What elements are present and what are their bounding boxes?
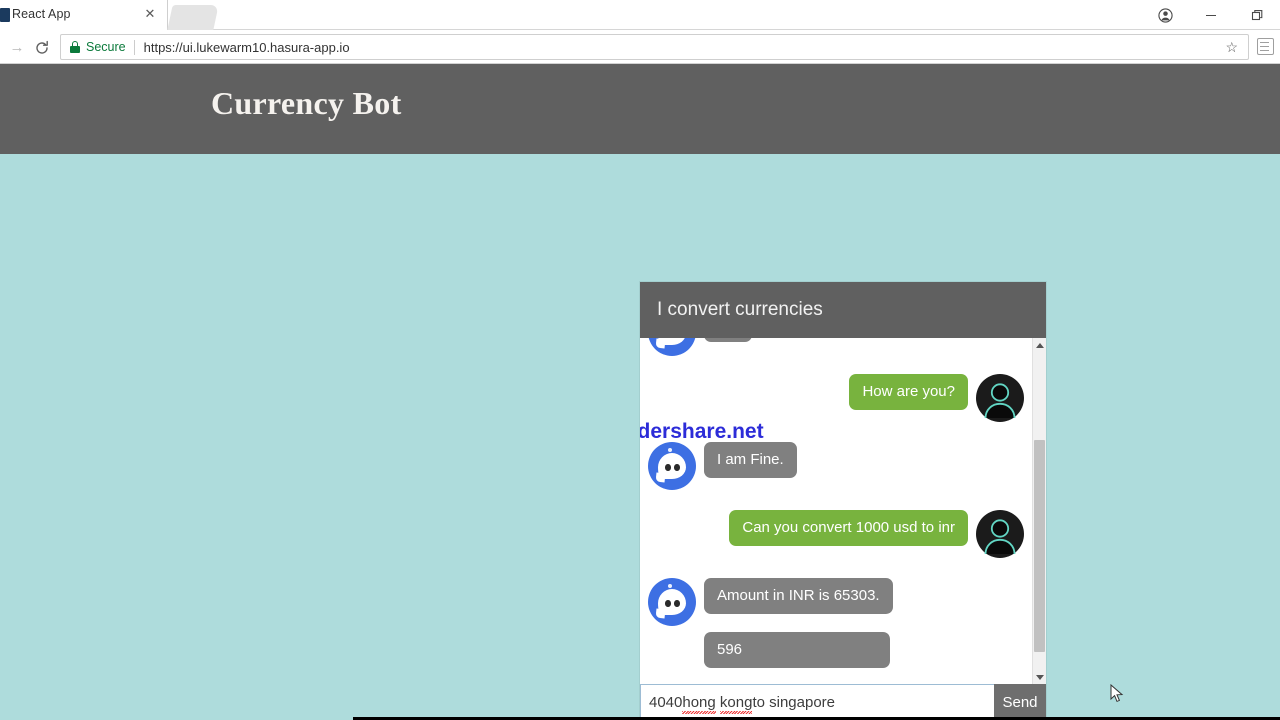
- chat-message-bot-continuation: 596: [640, 632, 1032, 680]
- tab-strip: React App ✕: [0, 0, 1280, 31]
- scroll-up-icon[interactable]: [1033, 338, 1046, 352]
- user-avatar-icon: [976, 374, 1024, 422]
- chat-bubble: 596: [704, 632, 890, 668]
- chat-message-list[interactable]: How are you? I am Fine. Can you convert …: [640, 338, 1046, 684]
- user-avatar-icon: [976, 510, 1024, 558]
- address-bar-divider: [133, 39, 135, 55]
- extension-icon[interactable]: [1257, 38, 1274, 55]
- scroll-down-icon[interactable]: [1033, 670, 1046, 684]
- chat-widget: I convert currencies How are you? I am F…: [640, 282, 1046, 720]
- browser-chrome: React App ✕ → Secure https://ui.lukewarm…: [0, 0, 1280, 64]
- tab-title: React App: [12, 7, 71, 21]
- close-icon[interactable]: ✕: [143, 7, 157, 21]
- chat-message-user: How are you?: [640, 374, 1032, 422]
- bot-avatar-icon: [648, 578, 696, 626]
- chat-input[interactable]: [640, 684, 994, 720]
- chat-bubble: I am Fine.: [704, 442, 797, 478]
- bot-avatar-spacer: [648, 632, 696, 680]
- chat-scrollbar[interactable]: [1032, 338, 1046, 684]
- tab-strip-empty-area: [218, 0, 1280, 31]
- chat-scroll-area: How are you? I am Fine. Can you convert …: [640, 338, 1032, 684]
- bot-avatar-icon: [648, 338, 696, 356]
- browser-toolbar: → Secure https://ui.lukewarm10.hasura-ap…: [0, 30, 1280, 64]
- web-page: Currency Bot I convert currencies How ar…: [0, 64, 1280, 720]
- site-header: Currency Bot: [0, 64, 1280, 154]
- maximize-button[interactable]: [1234, 0, 1280, 30]
- chat-message-clipped: [640, 338, 1032, 356]
- bot-avatar-icon: [648, 442, 696, 490]
- url-text: https://ui.lukewarm10.hasura-app.io: [143, 39, 350, 55]
- chat-input-bar: 4040 hong kong to singapore Send: [640, 684, 1046, 720]
- minimize-button[interactable]: [1188, 0, 1234, 30]
- bookmark-star-icon[interactable]: ☆: [1225, 39, 1238, 56]
- new-tab-button[interactable]: [167, 5, 219, 30]
- window-controls: [1142, 0, 1280, 30]
- browser-tab-react-app[interactable]: React App ✕: [0, 0, 168, 30]
- chat-bubble: Can you convert 1000 usd to inr: [729, 510, 968, 546]
- scrollbar-thumb[interactable]: [1034, 440, 1045, 652]
- security-status-label: Secure: [86, 40, 126, 54]
- chat-message-user: Can you convert 1000 usd to inr: [640, 510, 1032, 558]
- forward-icon[interactable]: →: [6, 37, 28, 59]
- address-bar[interactable]: Secure https://ui.lukewarm10.hasura-app.…: [60, 34, 1249, 60]
- chat-bubble: Amount in INR is 65303.: [704, 578, 893, 614]
- chat-header: I convert currencies: [640, 282, 1046, 338]
- send-button[interactable]: Send: [994, 684, 1046, 720]
- reload-icon[interactable]: [30, 36, 54, 60]
- chat-bubble: How are you?: [849, 374, 968, 410]
- lock-icon: [70, 41, 80, 53]
- chat-header-title: I convert currencies: [657, 299, 823, 320]
- chat-message-bot: Amount in INR is 65303.: [640, 578, 1032, 626]
- profile-icon[interactable]: [1142, 0, 1188, 30]
- chat-bubble: [704, 338, 752, 342]
- page-title: Currency Bot: [211, 85, 402, 121]
- screen: React App ✕ → Secure https://ui.lukewarm…: [0, 0, 1280, 720]
- favicon-icon: [0, 8, 10, 22]
- chat-message-bot: I am Fine.: [640, 442, 1032, 490]
